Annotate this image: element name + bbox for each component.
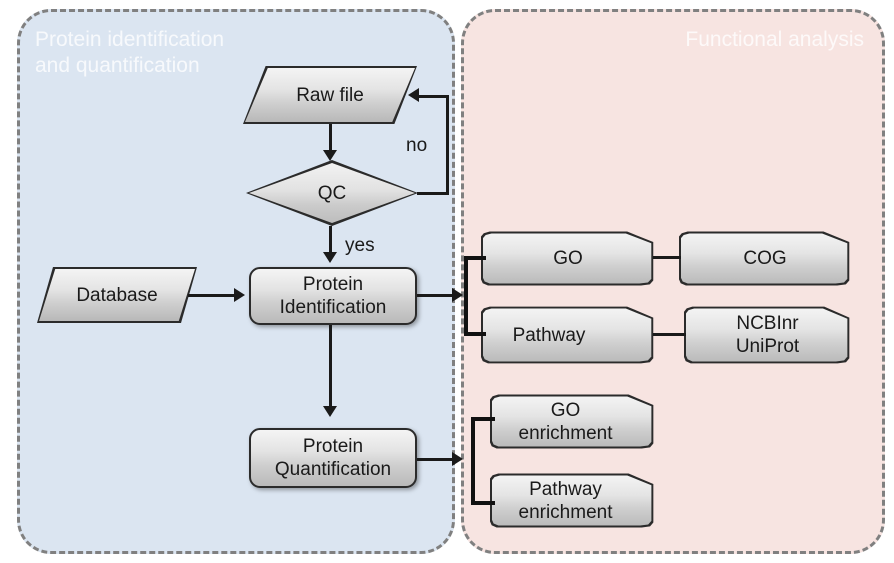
enrichment-bracket-spine: [471, 417, 475, 505]
node-pathway-enrichment[interactable]: Pathway enrichment: [490, 473, 655, 528]
edge-label-no: no: [406, 135, 428, 156]
node-qc[interactable]: QC: [246, 160, 418, 226]
edge-pathway-to-ncbinr: [653, 333, 686, 336]
node-raw-file-label: Raw file: [296, 84, 364, 106]
node-cog[interactable]: COG: [679, 231, 851, 286]
node-pathway[interactable]: Pathway: [481, 306, 655, 364]
edge-qc-no-horizontal: [417, 192, 449, 195]
edge-identification-to-quantification: [329, 325, 332, 409]
node-go-enrichment-label: GO enrichment: [518, 399, 613, 444]
node-ncbinr-uniprot[interactable]: NCBInr UniProt: [684, 306, 851, 364]
edge-quantification-branch-arrowhead: [452, 452, 463, 466]
node-protein-quantification-label: Protein Quantification: [274, 436, 392, 480]
node-go-label: GO: [553, 248, 583, 269]
edge-label-yes: yes: [345, 235, 375, 256]
node-protein-identification[interactable]: Protein Identification: [249, 267, 417, 325]
node-protein-identification-label: Protein Identification: [279, 274, 387, 318]
node-pathway-label: Pathway: [512, 324, 586, 346]
node-database-label: Database: [76, 284, 158, 306]
node-protein-quantification[interactable]: Protein Quantification: [249, 428, 417, 488]
edge-database-arrowhead: [234, 288, 245, 302]
edge-identification-branch-arrowhead: [452, 288, 463, 302]
node-database[interactable]: Database: [37, 267, 197, 323]
node-qc-label: QC: [317, 182, 347, 204]
node-go-enrichment[interactable]: GO enrichment: [490, 394, 655, 449]
node-cog-label: COG: [743, 248, 787, 269]
edge-rawfile-to-qc-arrowhead: [323, 150, 337, 161]
branch-bracket-upper-spine: [464, 256, 468, 336]
diagram-canvas: Protein identification and quantificatio…: [0, 0, 894, 563]
edge-rawfile-to-qc: [329, 124, 332, 152]
node-ncbinr-uniprot-label: NCBInr UniProt: [735, 313, 800, 357]
node-raw-file[interactable]: Raw file: [243, 66, 417, 124]
edge-qc-to-identification: [329, 226, 332, 254]
edge-identification-to-quantification-arrowhead: [323, 406, 337, 417]
edge-qc-no-vertical: [446, 95, 449, 195]
edge-qc-no-return: [419, 95, 449, 98]
node-go[interactable]: GO: [481, 231, 655, 286]
node-pathway-enrichment-label: Pathway enrichment: [518, 478, 613, 523]
edge-go-to-cog: [653, 256, 681, 259]
edge-qc-yes-arrowhead: [323, 252, 337, 263]
